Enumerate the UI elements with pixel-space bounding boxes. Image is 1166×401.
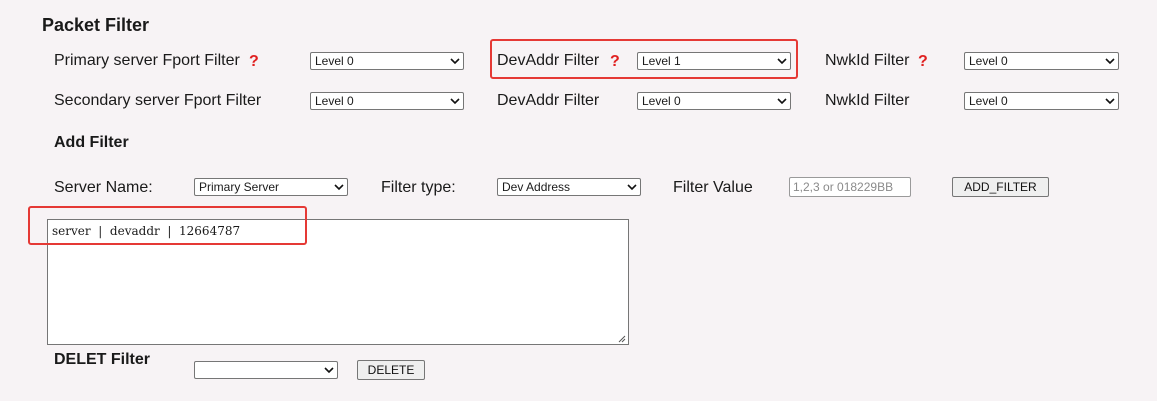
chevron-down-icon	[627, 184, 637, 191]
chevron-down-icon	[450, 58, 460, 65]
add-filter-heading: Add Filter	[54, 134, 129, 151]
chevron-down-icon	[1105, 58, 1115, 65]
filter-type-label: Filter type:	[381, 179, 456, 196]
resize-grip-icon[interactable]	[617, 334, 626, 343]
page-title: Packet Filter	[42, 15, 150, 35]
primary-nwkid-label: NwkId Filter	[825, 52, 910, 69]
filter-value-input[interactable]: 1,2,3 or 018229BB	[789, 177, 911, 197]
chevron-down-icon	[324, 367, 334, 374]
secondary-nwkid-select[interactable]: Level 0	[964, 92, 1119, 110]
filter-entry-highlight-box	[28, 206, 307, 245]
primary-fport-help-icon[interactable]: ?	[249, 53, 259, 71]
secondary-fport-select[interactable]: Level 0	[310, 92, 464, 110]
primary-nwkid-help-icon[interactable]: ?	[918, 53, 928, 71]
primary-fport-label: Primary server Fport Filter	[54, 52, 240, 69]
devaddr-highlight-box	[490, 39, 798, 79]
primary-fport-select[interactable]: Level 0	[310, 52, 464, 70]
filter-type-select[interactable]: Dev Address	[497, 178, 641, 196]
add-filter-button[interactable]: ADD_FILTER	[952, 177, 1049, 197]
delete-filter-select[interactable]	[194, 361, 338, 379]
page-scrollbar[interactable]	[1157, 0, 1166, 401]
chevron-down-icon	[1105, 98, 1115, 105]
server-name-select[interactable]: Primary Server	[194, 178, 348, 196]
chevron-down-icon	[777, 98, 787, 105]
delete-button[interactable]: DELETE	[357, 360, 425, 380]
secondary-devaddr-label: DevAddr Filter	[497, 92, 600, 109]
secondary-devaddr-select[interactable]: Level 0	[637, 92, 791, 110]
chevron-down-icon	[450, 98, 460, 105]
chevron-down-icon	[334, 184, 344, 191]
secondary-fport-label: Secondary server Fport Filter	[54, 92, 262, 109]
server-name-label: Server Name:	[54, 179, 153, 196]
filter-value-label: Filter Value	[673, 179, 753, 196]
secondary-nwkid-label: NwkId Filter	[825, 92, 910, 109]
primary-nwkid-select[interactable]: Level 0	[964, 52, 1119, 70]
delete-filter-heading: DELET Filter	[54, 351, 151, 368]
